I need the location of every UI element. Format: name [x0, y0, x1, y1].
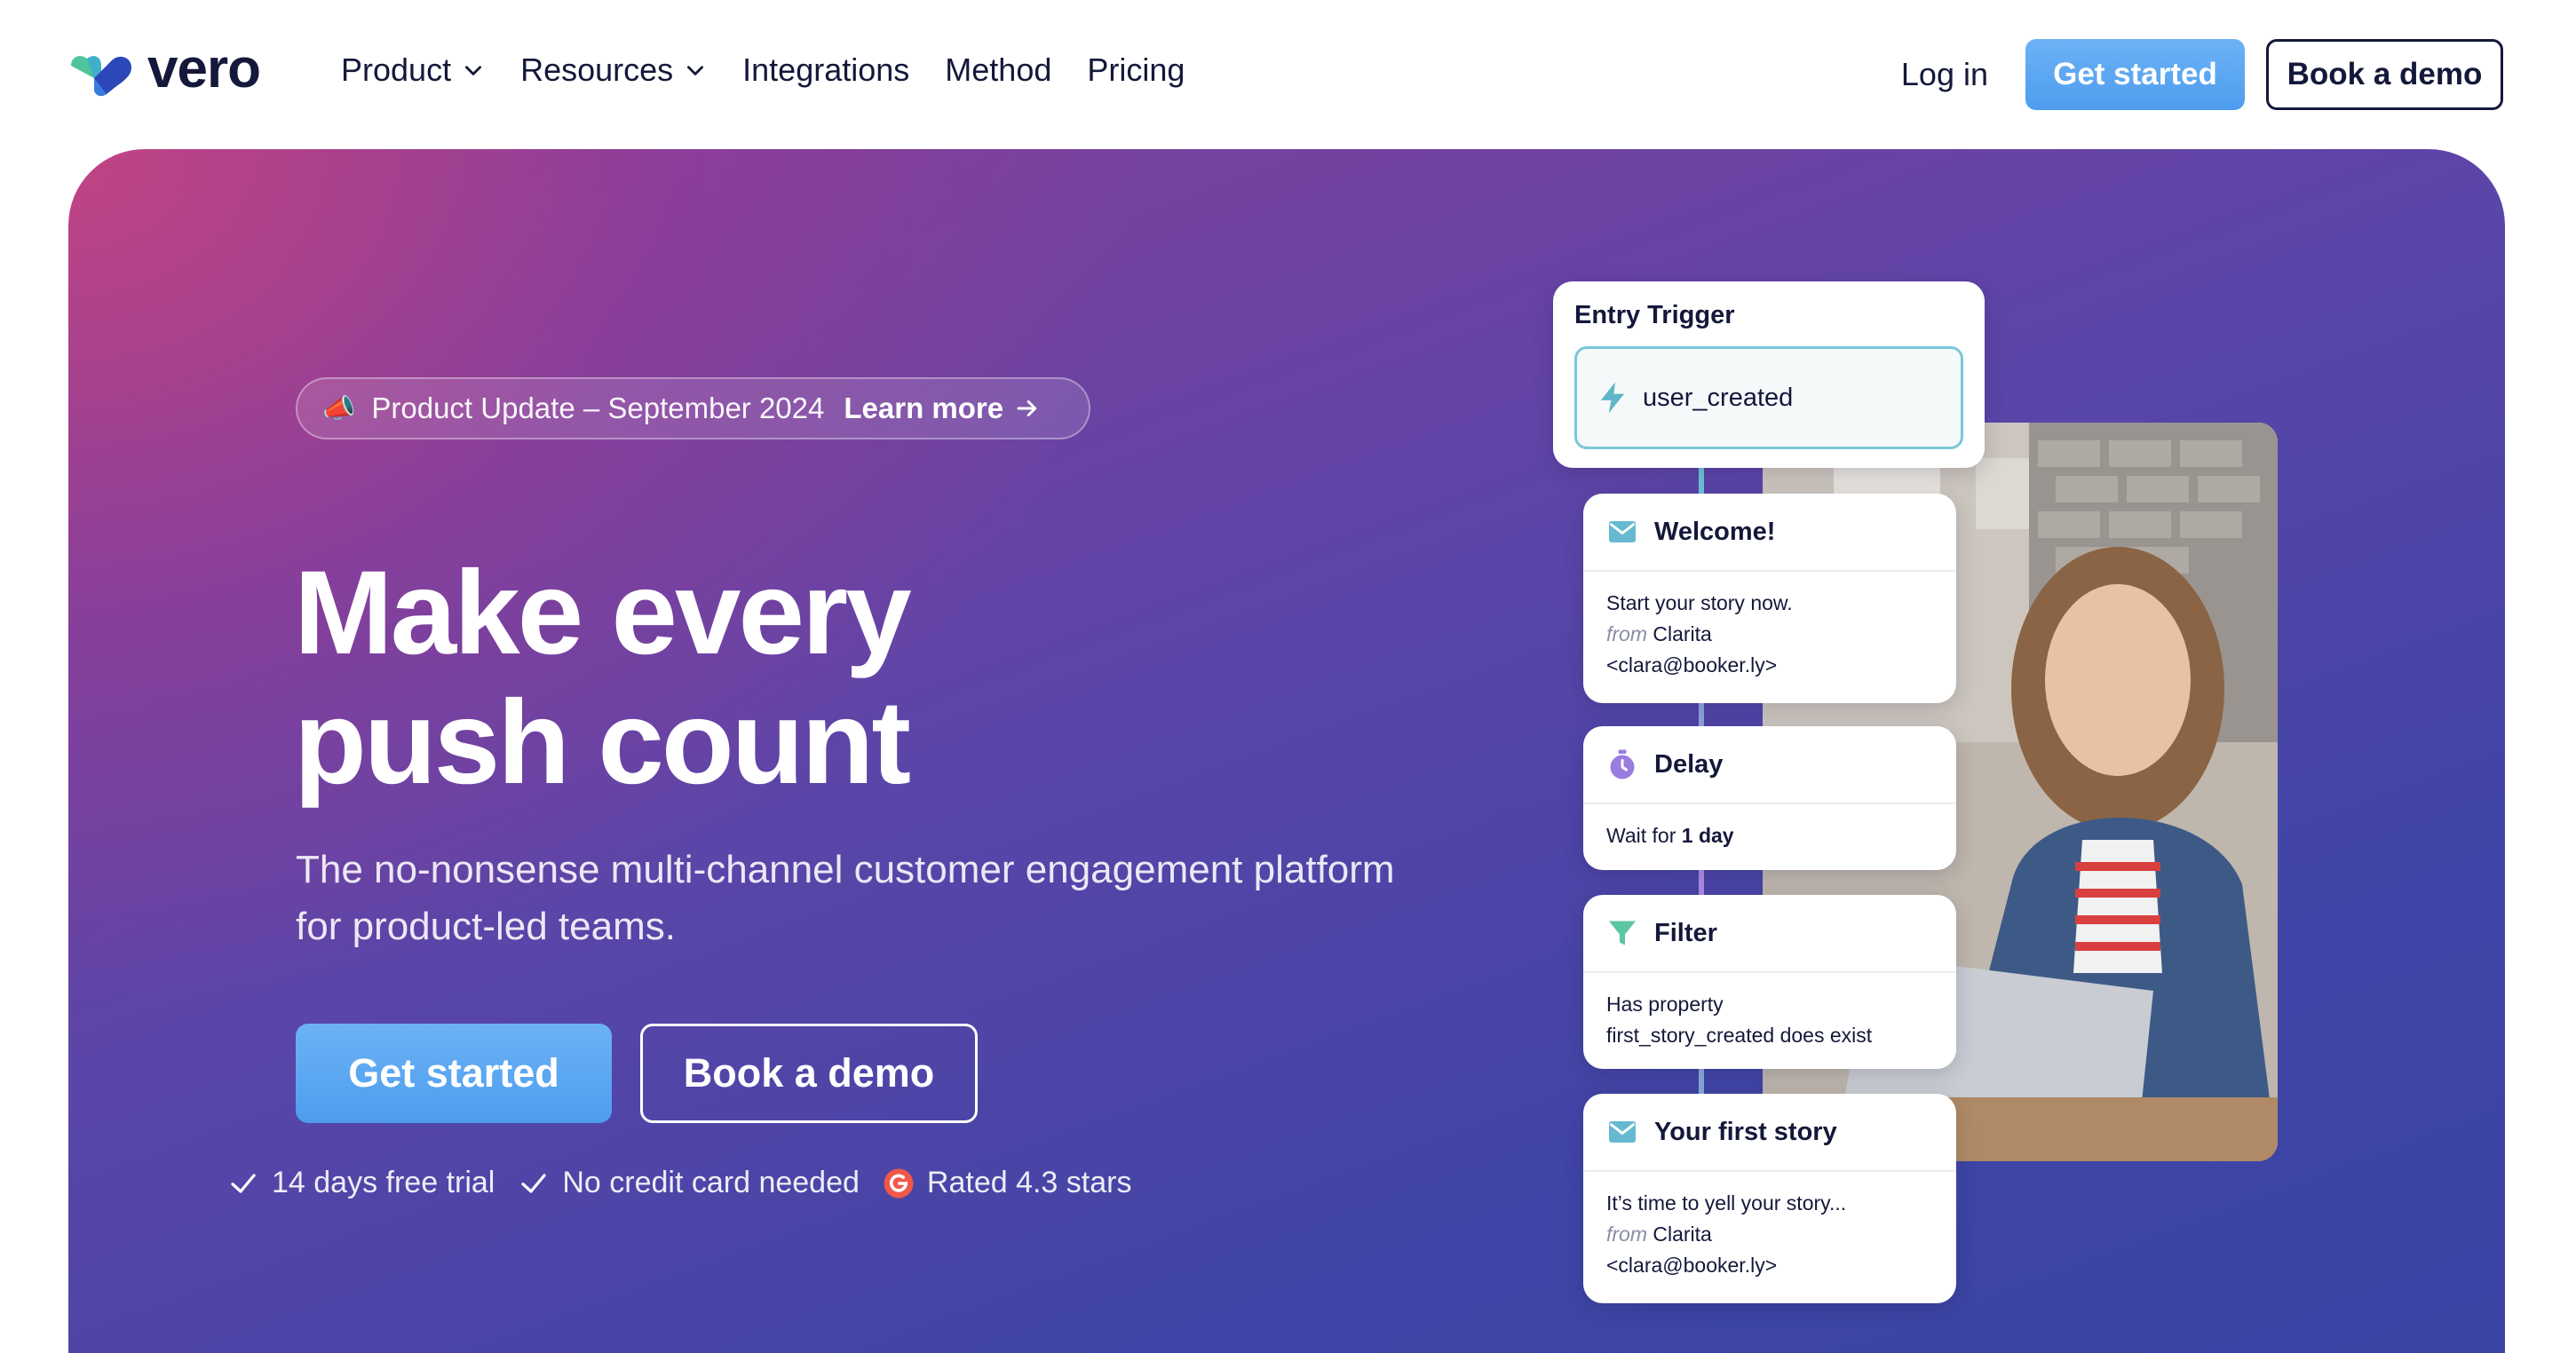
check-icon	[231, 1173, 256, 1193]
from-label: from	[1606, 622, 1647, 645]
delay-duration: 1 day	[1681, 824, 1734, 847]
nav-integrations-label: Integrations	[742, 51, 910, 88]
filter-body: Has property first_story_created does ex…	[1583, 973, 1956, 1067]
g2-logo-icon	[884, 1168, 914, 1198]
delay-card[interactable]: Delay Wait for 1 day	[1583, 726, 1956, 870]
delay-body: Wait for 1 day	[1583, 804, 1956, 867]
delay-title: Delay	[1654, 749, 1724, 779]
filter-condition-value: first_story_created does exist	[1606, 1024, 1873, 1047]
sender-name: Clarita	[1653, 1222, 1712, 1246]
first-story-title: Your first story	[1654, 1117, 1837, 1146]
nav-product[interactable]: Product	[341, 51, 485, 89]
hero-book-demo-button[interactable]: Book a demo	[640, 1024, 978, 1123]
nav-pricing-label: Pricing	[1087, 51, 1185, 88]
welcome-email-sender: from Clarita	[1606, 619, 1933, 650]
login-link[interactable]: Log in	[1901, 56, 1988, 93]
arrow-right-icon	[1017, 400, 1037, 416]
main-menu: Product Resources Integrations Method Pr…	[341, 51, 1185, 89]
vero-logo[interactable]: vero	[67, 42, 261, 98]
chevron-down-icon	[465, 66, 482, 75]
chevron-down-icon	[687, 66, 704, 75]
delay-header: Delay	[1583, 726, 1956, 804]
first-story-header: Your first story	[1583, 1094, 1956, 1172]
welcome-email-title: Welcome!	[1654, 517, 1776, 546]
nav-method[interactable]: Method	[945, 51, 1051, 89]
hero-benefits: 14 days free trial No credit card needed…	[227, 1166, 1131, 1200]
learn-more-link[interactable]: Learn more	[844, 392, 1041, 425]
first-story-email-card[interactable]: Your first story It’s time to yell your …	[1583, 1094, 1956, 1303]
nav-product-label: Product	[341, 51, 452, 88]
funnel-icon	[1609, 921, 1636, 946]
from-label: from	[1606, 1222, 1647, 1246]
hero-subheading: The no-nonsense multi-channel customer e…	[296, 848, 1395, 948]
entry-trigger-card[interactable]: Entry Trigger user_created	[1553, 281, 1985, 468]
nav-resources[interactable]: Resources	[520, 51, 707, 89]
learn-more-label: Learn more	[844, 392, 1004, 424]
filter-condition-label: Has property	[1606, 993, 1724, 1016]
nav-integrations[interactable]: Integrations	[742, 51, 909, 89]
announcement-text: Product Update – September 2024	[371, 392, 825, 424]
megaphone-icon: 📣	[322, 393, 356, 423]
benefit-rating-text: Rated 4.3 stars	[926, 1166, 1132, 1199]
first-story-body: It’s time to yell your story... from Cla…	[1583, 1172, 1956, 1297]
hero-headline: Make every push count	[294, 549, 1271, 808]
email-icon	[1609, 521, 1636, 542]
sender-email: <clara@booker.ly>	[1606, 1254, 1778, 1277]
top-navigation: vero Product Resources Integrations Meth…	[0, 0, 2576, 149]
nav-actions: Log in Get started Book a demo	[1901, 39, 2503, 110]
filter-title: Filter	[1654, 918, 1717, 947]
entry-trigger-title: Entry Trigger	[1574, 301, 1735, 329]
benefit-free-trial-text: 14 days free trial	[272, 1166, 495, 1199]
timer-icon	[1610, 749, 1635, 779]
nav-book-demo-button[interactable]: Book a demo	[2266, 39, 2503, 110]
announcement-pill[interactable]: 📣 Product Update – September 2024 Learn …	[296, 377, 1090, 439]
nav-get-started-button[interactable]: Get started	[2025, 39, 2245, 110]
nav-resources-label: Resources	[520, 51, 674, 88]
nav-pricing[interactable]: Pricing	[1087, 51, 1185, 89]
sender-email: <clara@booker.ly>	[1606, 653, 1778, 676]
headline-line-2: push count	[294, 676, 911, 809]
benefit-free-trial: 14 days free trial	[227, 1166, 495, 1200]
check-icon	[521, 1173, 547, 1193]
first-story-sender: from Clarita	[1606, 1219, 1933, 1250]
benefit-rating: Rated 4.3 stars	[883, 1166, 1132, 1200]
hero-cta-group: Get started Book a demo	[296, 1024, 978, 1123]
filter-card[interactable]: Filter Has property first_story_created …	[1583, 895, 1956, 1069]
sender-name: Clarita	[1653, 622, 1712, 645]
email-icon	[1609, 1121, 1636, 1143]
hero-get-started-button[interactable]: Get started	[296, 1024, 612, 1123]
filter-header: Filter	[1583, 895, 1956, 973]
nav-method-label: Method	[945, 51, 1052, 88]
first-story-subject: It’s time to yell your story...	[1606, 1191, 1847, 1215]
entry-trigger-event-name: user_created	[1643, 383, 1794, 412]
welcome-email-body: Start your story now. from Clarita <clar…	[1583, 572, 1956, 697]
benefit-no-card-text: No credit card needed	[562, 1166, 860, 1199]
lightning-icon	[1600, 382, 1625, 414]
vero-logo-icon	[71, 56, 131, 97]
delay-prefix: Wait for	[1606, 824, 1676, 847]
headline-line-1: Make every	[294, 547, 912, 679]
welcome-email-subject: Start your story now.	[1606, 591, 1793, 614]
entry-trigger-event[interactable]: user_created	[1574, 346, 1963, 449]
welcome-email-card[interactable]: Welcome! Start your story now. from Clar…	[1583, 494, 1956, 703]
benefit-no-card: No credit card needed	[518, 1166, 860, 1200]
brand-name: vero	[147, 38, 261, 99]
welcome-email-header: Welcome!	[1583, 494, 1956, 572]
